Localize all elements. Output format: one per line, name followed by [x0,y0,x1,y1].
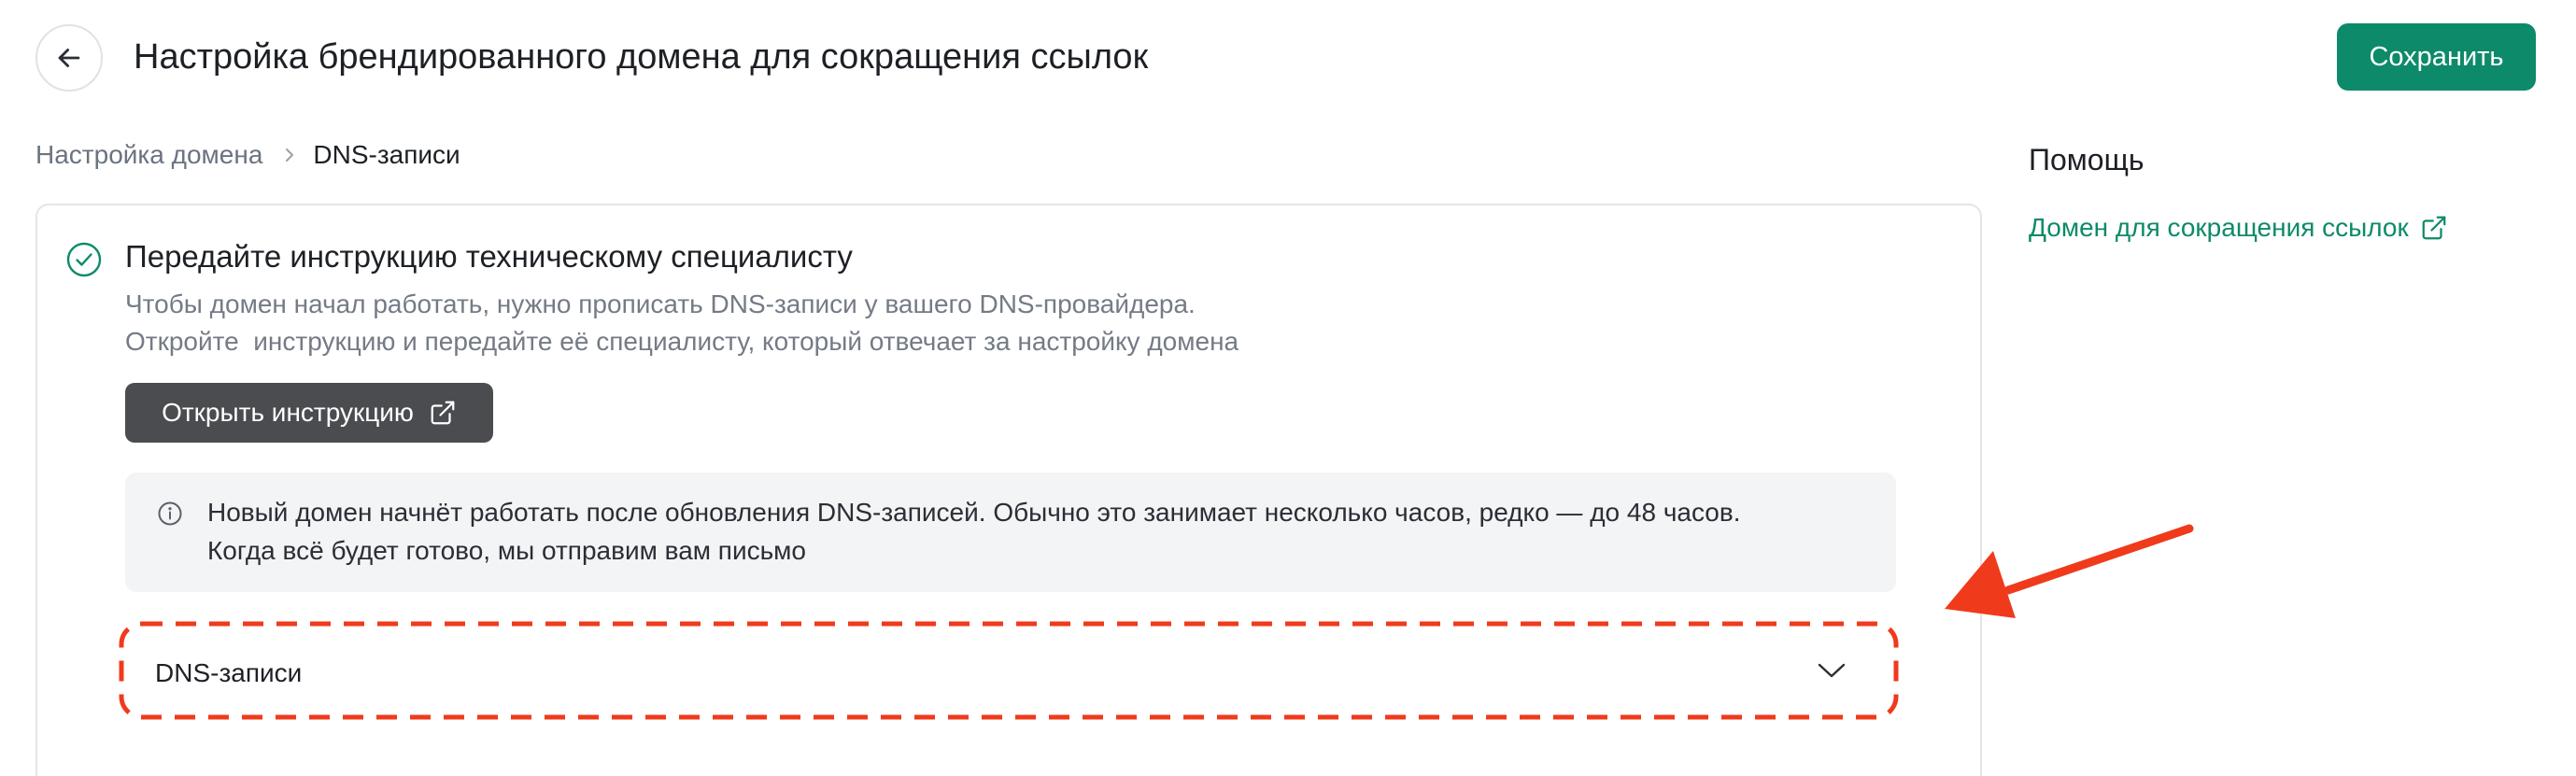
info-circle-icon [157,501,183,531]
dns-records-accordion[interactable] [125,626,1896,715]
breadcrumb-item-dns-records: DNS-записи [313,140,460,169]
card-title: Передайте инструкцию техническому специа… [125,239,853,274]
help-link-label: Домен для сокращения ссылок [2029,213,2409,242]
save-button[interactable]: Сохранить [2337,23,2536,91]
page-title: Настройка брендированного домена для сок… [134,37,1149,77]
chevron-down-icon[interactable] [1816,659,1847,686]
dns-records-accordion-label: DNS-записи [155,658,303,687]
card-description: Чтобы домен начал работать, нужно пропис… [125,289,1239,356]
page: Настройка брендированного домена для сок… [0,0,2576,776]
breadcrumb: Настройка домена DNS-записи [35,138,460,172]
external-link-icon [431,401,455,425]
external-link-icon [2422,216,2446,240]
help-link-short-domain[interactable]: Домен для сокращения ссылок [2029,211,2448,245]
chevron-right-icon [283,146,296,164]
arrow-left-icon [58,49,80,67]
breadcrumb-item-domain-settings[interactable]: Настройка домена [35,138,262,172]
open-instruction-button[interactable]: Открыть инструкцию [125,383,493,443]
back-button[interactable] [35,24,103,92]
help-title: Помощь [2029,143,2144,176]
check-circle-icon [65,241,103,283]
open-instruction-label: Открыть инструкцию [162,398,414,427]
info-notice-text: Новый домен начнёт работать после обновл… [207,498,1741,565]
